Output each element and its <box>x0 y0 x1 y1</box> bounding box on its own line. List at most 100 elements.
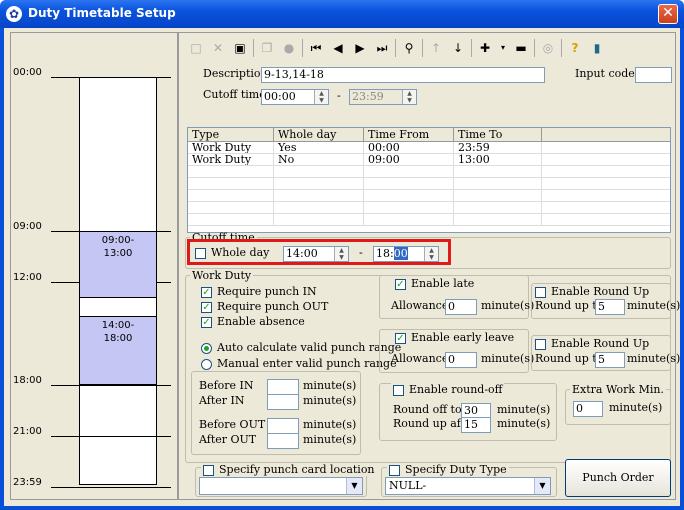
allowance-label: Allowance <box>391 299 449 312</box>
late-round-up-checkbox[interactable]: Enable Round Up <box>535 285 649 298</box>
cutoff-from-value: 00:00 <box>264 90 296 103</box>
enable-absence-checkbox[interactable]: ✓ Enable absence <box>201 315 305 328</box>
column-header[interactable]: Time From <box>364 128 454 141</box>
find-icon[interactable]: ⚲ <box>400 39 418 57</box>
help-icon[interactable]: ? <box>566 39 584 57</box>
cutoff-to-value: 23:59 <box>352 90 384 103</box>
checkbox-box <box>389 464 400 476</box>
new-icon[interactable]: □ <box>187 39 205 57</box>
first-icon[interactable]: ⏮ <box>307 39 325 57</box>
require-in-checkbox[interactable]: ✓ Require punch IN <box>201 285 317 298</box>
column-header[interactable]: Time To <box>454 128 542 141</box>
after-in-field[interactable] <box>267 394 299 410</box>
after-out-field[interactable] <box>267 433 299 449</box>
enable-round-off-checkbox[interactable]: Enable round-off <box>391 383 505 396</box>
check-icon: ✓ <box>201 316 212 328</box>
round-up-to-label: Round up to <box>535 352 604 365</box>
copy-icon[interactable]: ❐ <box>258 39 276 57</box>
empty-row <box>188 202 670 214</box>
dropdown-icon[interactable]: ▾ <box>498 39 508 57</box>
last-icon[interactable]: ⏭ <box>373 39 391 57</box>
minutes-label: minute(s) <box>303 394 357 407</box>
table-cell: 09:00 <box>364 154 454 165</box>
require-out-checkbox[interactable]: ✓ Require punch OUT <box>201 300 328 313</box>
minutes-label: minute(s) <box>497 403 551 416</box>
require-in-label: Require punch IN <box>217 285 317 298</box>
delete-icon[interactable]: ✕ <box>209 39 227 57</box>
before-out-field[interactable] <box>267 418 299 434</box>
disabled-icon[interactable]: ◎ <box>539 39 557 57</box>
input-code-field[interactable] <box>635 67 672 83</box>
add-icon[interactable]: ✚ <box>476 39 494 57</box>
timeline-label: 12:00 <box>13 272 42 283</box>
auto-calc-radio[interactable]: Auto calculate valid punch range <box>201 341 401 354</box>
late-round-up-field[interactable]: 5 <box>595 299 625 315</box>
toolbar-separator <box>395 39 396 57</box>
spinner-icon[interactable]: ▲ ▼ <box>314 90 328 104</box>
enable-early-label: Enable early leave <box>411 331 515 344</box>
close-button[interactable]: ✕ <box>658 4 678 24</box>
table-header: Type Whole day Time From Time To <box>188 128 670 142</box>
early-allowance-field[interactable]: 0 <box>445 352 477 368</box>
enable-late-checkbox[interactable]: ✓ Enable late <box>393 277 477 290</box>
prev-icon[interactable]: ◀ <box>329 39 347 57</box>
highlight-box <box>187 239 451 265</box>
checkbox-box <box>535 338 546 350</box>
up-icon[interactable]: ↑ <box>427 39 445 57</box>
table-row[interactable]: Work Duty No 09:00 13:00 <box>188 154 670 166</box>
round-up-after-field[interactable]: 15 <box>461 417 491 433</box>
minutes-label: minute(s) <box>481 352 535 365</box>
toolbar-separator <box>422 39 423 57</box>
after-out-label: After OUT <box>199 433 257 446</box>
check-icon: ✓ <box>395 278 406 290</box>
duty-type-checkbox[interactable]: Specify Duty Type <box>387 463 509 476</box>
early-round-up-field[interactable]: 5 <box>595 352 625 368</box>
timeline-block[interactable]: 09:00- 13:00 <box>79 231 157 298</box>
description-field[interactable]: 9-13,14-18 <box>261 67 545 83</box>
before-in-field[interactable] <box>267 379 299 395</box>
extra-work-field[interactable]: 0 <box>573 401 603 417</box>
table-cell: 13:00 <box>454 154 542 165</box>
extra-work-legend: Extra Work Min. <box>572 383 664 396</box>
timeline-block[interactable]: 14:00- 18:00 <box>79 316 157 385</box>
block-end: 18:00 <box>103 333 133 344</box>
timeline-tick <box>51 487 171 488</box>
cutoff-from-field[interactable]: 00:00 ▲ ▼ <box>261 89 329 105</box>
punch-location-checkbox[interactable]: Specify punch card location <box>201 463 377 476</box>
next-icon[interactable]: ▶ <box>351 39 369 57</box>
radio-icon <box>201 358 212 370</box>
require-out-label: Require punch OUT <box>217 300 329 313</box>
timeline-panel: 00:00 09:00 12:00 18:00 21:00 23:59 09:0… <box>10 32 178 500</box>
checkbox-box <box>393 384 404 396</box>
timeline-tick <box>51 385 171 386</box>
down-icon[interactable]: ↓ <box>449 39 467 57</box>
check-icon: ✓ <box>395 332 406 344</box>
toolbar-separator <box>302 39 303 57</box>
punch-order-button[interactable]: Punch Order <box>565 459 671 497</box>
remove-icon[interactable]: ▬ <box>512 39 530 57</box>
late-allowance-field[interactable]: 0 <box>445 299 477 315</box>
duty-table[interactable]: Type Whole day Time From Time To Work Du… <box>187 127 671 233</box>
window: ✿ Duty Timetable Setup ✕ 00:00 09:00 12:… <box>0 0 684 510</box>
exit-icon[interactable]: ▮ <box>588 39 606 57</box>
chevron-down-icon[interactable]: ▼ <box>346 478 362 494</box>
timeline-label: 18:00 <box>13 375 42 386</box>
early-round-up-checkbox[interactable]: Enable Round Up <box>535 337 649 350</box>
timeline-tick <box>51 436 171 437</box>
client-area: 00:00 09:00 12:00 18:00 21:00 23:59 09:0… <box>4 28 680 506</box>
chevron-down-icon[interactable]: ▼ <box>534 478 550 494</box>
record-icon[interactable]: ● <box>280 39 298 57</box>
column-header[interactable]: Whole day <box>274 128 364 141</box>
table-row[interactable]: Work Duty Yes 00:00 23:59 <box>188 142 670 154</box>
early-round-up-label: Enable Round Up <box>551 337 650 350</box>
table-cell: No <box>274 154 364 165</box>
table-cell: Yes <box>274 142 364 153</box>
duty-type-select[interactable]: NULL- ▼ <box>385 477 551 495</box>
punch-location-select[interactable]: ▼ <box>199 477 363 495</box>
manual-enter-radio[interactable]: Manual enter valid punch range <box>201 357 397 370</box>
column-header[interactable]: Type <box>188 128 274 141</box>
save-icon[interactable]: ▣ <box>231 39 249 57</box>
enable-early-checkbox[interactable]: ✓ Enable early leave <box>393 331 517 344</box>
cutoff-label: Cutoff time <box>203 88 266 101</box>
minutes-label: minute(s) <box>609 401 663 414</box>
